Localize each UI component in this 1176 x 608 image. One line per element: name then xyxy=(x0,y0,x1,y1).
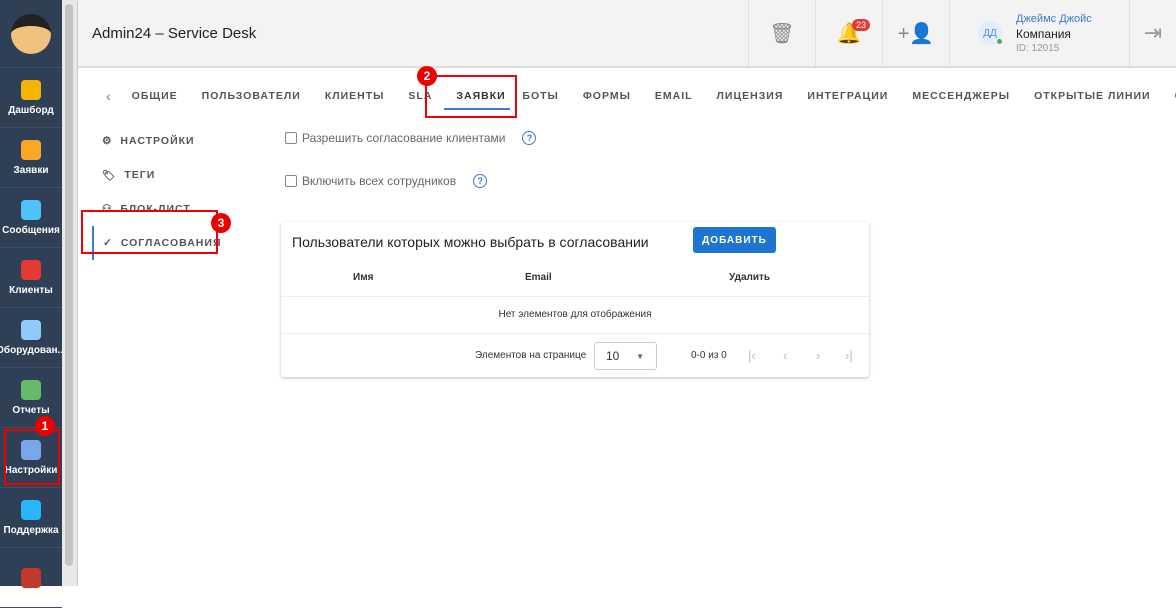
annotation-box-2 xyxy=(425,75,517,118)
approvers-card: Пользователи которых можно выбрать в сог… xyxy=(281,222,869,377)
sidebar-item[interactable]: Клиенты xyxy=(0,248,62,308)
tab[interactable]: ОБОІ xyxy=(1163,90,1176,102)
tab[interactable]: ЛИЦЕНЗИЯ xyxy=(705,90,796,102)
sidebar-item-icon xyxy=(21,259,41,280)
sidebar-item[interactable]: Дашборд xyxy=(0,68,62,128)
sidebar-item-icon xyxy=(21,199,41,220)
sidebar-item[interactable]: Оборудован... xyxy=(0,308,62,368)
sidebar-item-icon xyxy=(21,319,41,340)
scrollbar[interactable] xyxy=(62,0,77,586)
sidebar-item-label: Отчеты xyxy=(12,404,50,416)
card-title: Пользователи которых можно выбрать в сог… xyxy=(292,234,649,250)
user-name[interactable]: Джеймс Джойс xyxy=(1016,13,1092,25)
annotation-number-1: 1 xyxy=(35,416,55,436)
annotation-number-2: 2 xyxy=(417,66,437,86)
online-status-icon xyxy=(997,39,1002,44)
app-title: Admin24 – Service Desk xyxy=(92,24,257,42)
sidebar-item[interactable]: Заявки xyxy=(0,128,62,188)
sidebar-item-icon xyxy=(21,79,41,100)
main: Admin24 – Service Desk 🗑 🔔 23 +👤 ДД Джейм… xyxy=(77,0,1176,586)
sidebar-item-icon xyxy=(21,499,41,520)
empty-message: Нет элементов для отображения xyxy=(498,309,652,320)
tab[interactable]: ИНТЕГРАЦИИ xyxy=(795,90,900,102)
subnav-tags[interactable]: 🏷 ТЕГИ xyxy=(102,158,222,192)
sidebar-item-extra[interactable] xyxy=(0,548,62,608)
tab[interactable]: КЛИЕНТЫ xyxy=(313,90,397,102)
tab[interactable]: БОТЫ xyxy=(510,90,570,102)
avatar-face-icon xyxy=(11,13,51,54)
tag-icon: 🏷 xyxy=(102,169,117,182)
annotation-box-3 xyxy=(81,210,218,254)
scrollbar-thumb[interactable] xyxy=(65,4,73,566)
sidebar-item-label: Оборудован... xyxy=(0,344,62,356)
settings-tabs: ‹ ОБЩИЕ ПОЛЬЗОВАТЕЛИ КЛИЕНТЫ SLA ЗАЯВКИ БОТЫ Ф… xyxy=(98,84,1176,110)
avatar-logo[interactable] xyxy=(0,0,62,68)
trash-icon: 🗑 xyxy=(769,22,795,45)
column-delete: Удалить xyxy=(729,272,771,283)
allow-clients-option: Разрешить согласование клиентами? xyxy=(285,131,537,145)
user-avatar: ДД xyxy=(978,21,1002,45)
last-page-icon[interactable]: ›| xyxy=(845,348,853,363)
sidebar-item-icon xyxy=(21,139,41,160)
trash-button[interactable]: 🗑 xyxy=(748,0,815,66)
sidebar-item[interactable]: Сообщения xyxy=(0,188,62,248)
include-all-label[interactable]: Включить всех сотрудников xyxy=(302,174,456,188)
per-page-select[interactable]: 10 ▼ xyxy=(594,342,657,370)
tab[interactable]: ОБЩИЕ xyxy=(120,90,190,102)
book-icon xyxy=(21,567,41,588)
prev-page-icon[interactable]: ‹ xyxy=(783,348,787,363)
logout-button[interactable]: ⇥ xyxy=(1129,0,1176,66)
logout-icon: ⇥ xyxy=(1143,20,1163,45)
first-page-icon[interactable]: |‹ xyxy=(748,348,756,363)
divider xyxy=(281,333,869,334)
tab[interactable]: EMAIL xyxy=(643,90,705,102)
tabs-prev-icon[interactable]: ‹ xyxy=(98,88,120,104)
tab[interactable]: ОТКРЫТЫЕ ЛИНИИ xyxy=(1022,90,1162,102)
notifications-button[interactable]: 🔔 23 xyxy=(815,0,882,66)
help-icon[interactable]: ? xyxy=(522,131,537,145)
sidebar: Дашборд Заявки Сообщения Клиенты Оборудован.… xyxy=(0,0,62,608)
sidebar-item[interactable]: Поддержка xyxy=(0,488,62,548)
tab[interactable]: МЕССЕНДЖЕРЫ xyxy=(900,90,1022,102)
avatar-initials: ДД xyxy=(983,27,997,39)
subnav-label: НАСТРОЙКИ xyxy=(120,135,195,147)
subnav-settings[interactable]: ⚙ НАСТРОЙКИ xyxy=(102,124,222,158)
notification-badge: 23 xyxy=(852,19,871,31)
annotation-box-1 xyxy=(4,429,60,485)
per-page-label: Элементов на странице xyxy=(475,350,587,361)
sidebar-item-label: Поддержка xyxy=(3,524,59,536)
add-button[interactable]: ДОБАВИТЬ xyxy=(693,227,776,253)
allow-clients-label[interactable]: Разрешить согласование клиентами xyxy=(302,131,505,145)
sidebar-item-label: Дашборд xyxy=(8,104,54,116)
help-icon[interactable]: ? xyxy=(473,174,488,188)
include-all-checkbox[interactable] xyxy=(285,175,297,187)
header: Admin24 – Service Desk 🗑 🔔 23 +👤 ДД Джейм… xyxy=(78,0,1176,68)
user-id: ID: 12015 xyxy=(1016,42,1060,54)
sidebar-item-icon xyxy=(21,379,41,400)
add-user-button[interactable]: +👤 xyxy=(882,0,949,66)
next-page-icon[interactable]: › xyxy=(816,348,820,363)
per-page-value: 10 xyxy=(606,349,620,363)
settings-icon: ⚙ xyxy=(102,135,113,147)
user-profile[interactable]: ДД Джеймс Джойс Компания ID: 12015 xyxy=(949,0,1129,66)
column-name[interactable]: Имя xyxy=(353,272,373,283)
sidebar-item-label: Клиенты xyxy=(9,284,53,296)
pagination: Элементов на странице 10 ▼ 0-0 из 0 |‹ ‹ … xyxy=(281,342,869,370)
allow-clients-checkbox[interactable] xyxy=(285,132,297,144)
tab[interactable]: ПОЛЬЗОВАТЕЛИ xyxy=(190,90,313,102)
subnav-label: ТЕГИ xyxy=(124,169,156,181)
divider xyxy=(281,296,869,297)
user-company: Компания xyxy=(1016,26,1071,41)
annotation-number-3: 3 xyxy=(211,213,231,233)
column-email[interactable]: Email xyxy=(525,272,552,283)
page-range: 0-0 из 0 xyxy=(691,350,727,361)
tab[interactable]: ФОРМЫ xyxy=(571,90,643,102)
sidebar-item-label: Заявки xyxy=(13,164,49,176)
sidebar-item-label: Сообщения xyxy=(2,224,60,236)
add-user-icon: +👤 xyxy=(897,22,935,45)
include-all-option: Включить всех сотрудников? xyxy=(285,174,488,188)
dropdown-arrow-icon: ▼ xyxy=(636,351,644,361)
